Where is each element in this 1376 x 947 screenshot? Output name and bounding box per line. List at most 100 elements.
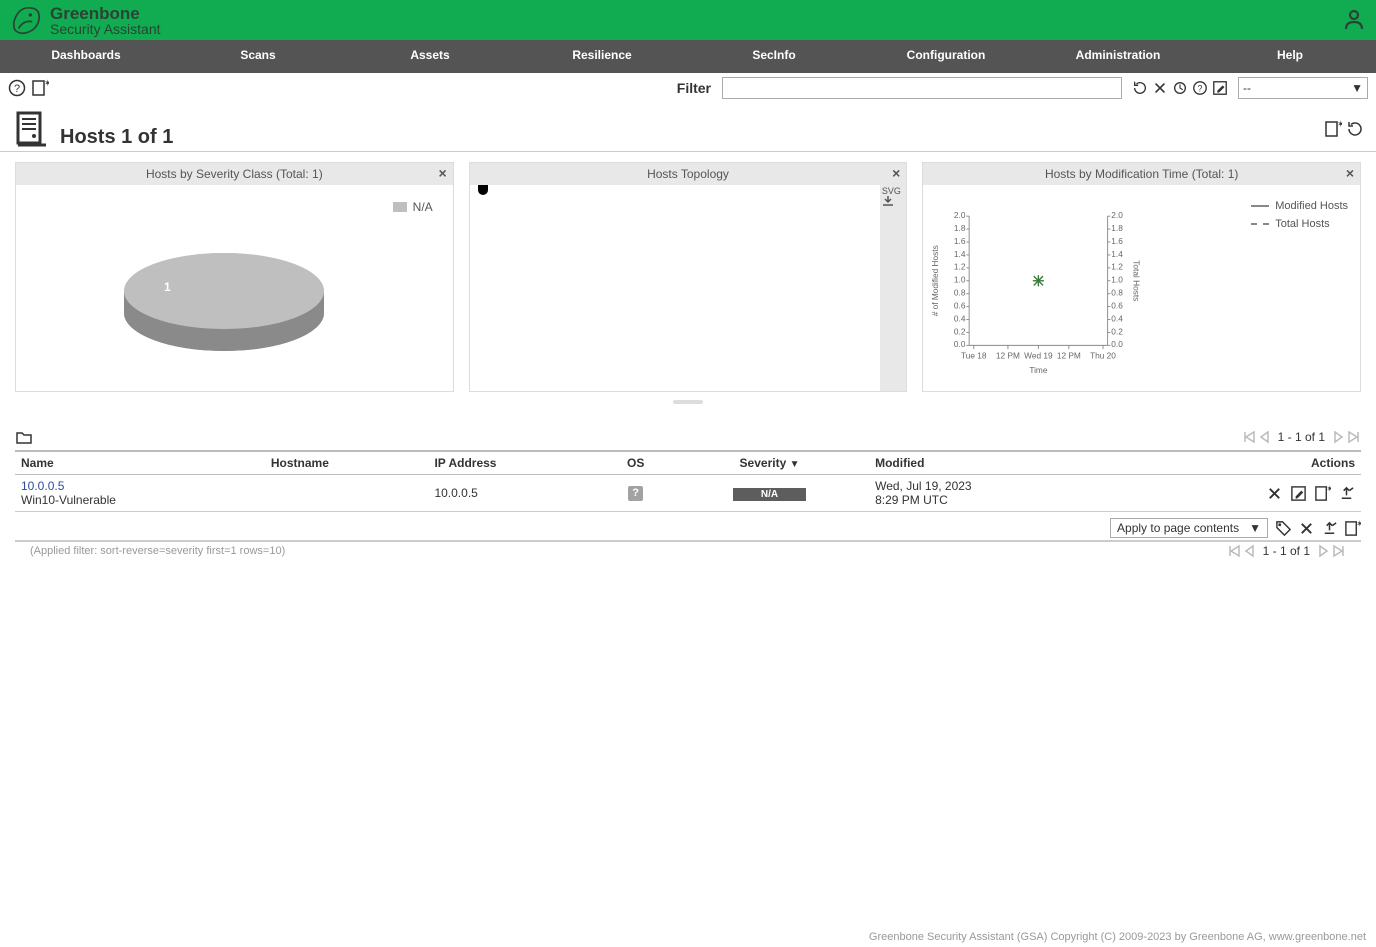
new-host-icon[interactable]: ✶ xyxy=(31,79,49,97)
svg-text:0.6: 0.6 xyxy=(1112,300,1124,310)
dashboard-resize-handle[interactable] xyxy=(673,400,703,404)
sort-desc-icon: ▼ xyxy=(790,459,800,470)
card-topology-title: Hosts Topology xyxy=(647,167,729,181)
chevron-down-icon: ▼ xyxy=(1249,521,1261,535)
svg-text:Thu 20: Thu 20 xyxy=(1090,350,1116,360)
svg-text:1.8: 1.8 xyxy=(1112,223,1124,233)
hosts-table: Name Hostname IP Address OS Severity ▼ M… xyxy=(15,450,1361,512)
svg-text:0.8: 0.8 xyxy=(1112,288,1124,298)
nav-secinfo[interactable]: SecInfo xyxy=(688,40,860,73)
brand: Greenbone Security Assistant xyxy=(10,3,161,37)
svg-text:1.6: 1.6 xyxy=(1112,236,1124,246)
cell-ip: 10.0.0.5 xyxy=(428,475,601,512)
table-header-row: Name Hostname IP Address OS Severity ▼ M… xyxy=(15,451,1361,475)
nav-dashboards[interactable]: Dashboards xyxy=(0,40,172,73)
svg-text:Tue 18: Tue 18 xyxy=(961,350,987,360)
card-severity-title: Hosts by Severity Class (Total: 1) xyxy=(146,167,323,181)
export-svg-button[interactable]: SVG xyxy=(880,185,902,207)
new-target-selected-icon[interactable]: ✶ xyxy=(1343,519,1361,537)
pager-top: 1 - 1 of 1 xyxy=(1242,430,1361,444)
delete-selected-icon[interactable] xyxy=(1297,519,1315,537)
filter-reset-icon[interactable] xyxy=(1171,79,1189,97)
filter-saved-select[interactable]: -- ▼ xyxy=(1238,77,1368,99)
filter-input[interactable] xyxy=(722,77,1122,99)
col-os[interactable]: OS xyxy=(601,451,670,475)
nav-administration[interactable]: Administration xyxy=(1032,40,1204,73)
help-icon[interactable]: ? xyxy=(8,79,26,97)
svg-text:1.4: 1.4 xyxy=(954,249,966,259)
col-severity[interactable]: Severity ▼ xyxy=(670,451,869,475)
svg-text:1.0: 1.0 xyxy=(1112,275,1124,285)
topology-node[interactable] xyxy=(478,185,488,195)
add-dashboard-icon[interactable]: ✶ xyxy=(1324,120,1342,138)
svg-text:12 PM: 12 PM xyxy=(996,350,1020,360)
prev-page-icon[interactable] xyxy=(1258,430,1272,444)
severity-badge: N/A xyxy=(733,488,806,501)
svg-text:# of Modified Hosts: # of Modified Hosts xyxy=(930,245,940,316)
nav-configuration[interactable]: Configuration xyxy=(860,40,1032,73)
close-icon[interactable]: × xyxy=(1346,165,1354,181)
filter-edit-icon[interactable] xyxy=(1211,79,1229,97)
next-page-icon[interactable] xyxy=(1316,544,1330,558)
close-icon[interactable]: × xyxy=(438,165,446,181)
pager-text: 1 - 1 of 1 xyxy=(1278,430,1325,444)
card-severity: Hosts by Severity Class (Total: 1) × N/A… xyxy=(15,162,454,392)
svg-text:✶: ✶ xyxy=(1337,120,1342,129)
cell-modified-date: Wed, Jul 19, 2023 xyxy=(875,479,1117,493)
close-icon[interactable]: × xyxy=(892,165,900,181)
prev-page-icon[interactable] xyxy=(1243,544,1257,558)
nav-help[interactable]: Help xyxy=(1204,40,1376,73)
tag-icon[interactable] xyxy=(1274,519,1292,537)
last-page-icon[interactable] xyxy=(1347,430,1361,444)
filter-help-icon[interactable]: ? xyxy=(1191,79,1209,97)
svg-text:0.2: 0.2 xyxy=(954,326,966,336)
svg-text:0.4: 0.4 xyxy=(1112,313,1124,323)
col-ip[interactable]: IP Address xyxy=(428,451,601,475)
filter-apply-icon[interactable] xyxy=(1131,79,1149,97)
os-unknown-icon: ? xyxy=(628,486,643,501)
last-page-icon[interactable] xyxy=(1332,544,1346,558)
nav-scans[interactable]: Scans xyxy=(172,40,344,73)
edit-icon[interactable] xyxy=(1289,484,1307,502)
legend-line-modified-icon xyxy=(1251,205,1269,207)
svg-text:12 PM: 12 PM xyxy=(1057,350,1081,360)
svg-text:?: ? xyxy=(14,83,20,95)
legend-modified: Modified Hosts xyxy=(1275,200,1348,212)
col-hostname[interactable]: Hostname xyxy=(265,451,429,475)
svg-text:?: ? xyxy=(1198,84,1203,94)
svg-text:Total Hosts: Total Hosts xyxy=(1132,260,1142,301)
folder-icon[interactable] xyxy=(15,428,33,446)
first-page-icon[interactable] xyxy=(1227,544,1241,558)
filter-label: Filter xyxy=(677,80,711,96)
export-selected-icon[interactable] xyxy=(1320,519,1338,537)
applied-filter-text: (Applied filter: sort-reverse=severity f… xyxy=(30,545,285,557)
pager-text: 1 - 1 of 1 xyxy=(1263,544,1310,558)
nav-assets[interactable]: Assets xyxy=(344,40,516,73)
svg-text:1.4: 1.4 xyxy=(1112,249,1124,259)
refresh-dashboard-icon[interactable] xyxy=(1346,120,1364,138)
col-name[interactable]: Name xyxy=(15,451,265,475)
svg-text:1.2: 1.2 xyxy=(1112,262,1124,272)
col-modified[interactable]: Modified xyxy=(869,451,1123,475)
svg-text:0.4: 0.4 xyxy=(954,313,966,323)
nav-resilience[interactable]: Resilience xyxy=(516,40,688,73)
delete-icon[interactable] xyxy=(1265,484,1283,502)
first-page-icon[interactable] xyxy=(1242,430,1256,444)
host-name-link[interactable]: 10.0.0.5 xyxy=(21,479,259,493)
chevron-down-icon: ▼ xyxy=(1351,81,1363,95)
dashboard-row: Hosts by Severity Class (Total: 1) × N/A… xyxy=(0,152,1376,392)
svg-text:2.0: 2.0 xyxy=(1112,210,1124,220)
svg-text:1.6: 1.6 xyxy=(954,236,966,246)
new-target-icon[interactable]: ✶ xyxy=(1313,484,1331,502)
cell-modified-time: 8:29 PM UTC xyxy=(875,493,1117,507)
col-actions: Actions xyxy=(1123,451,1361,475)
next-page-icon[interactable] xyxy=(1331,430,1345,444)
filter-clear-icon[interactable] xyxy=(1151,79,1169,97)
export-icon[interactable] xyxy=(1337,484,1355,502)
svg-text:✶: ✶ xyxy=(44,79,49,88)
user-icon[interactable] xyxy=(1342,8,1366,32)
apply-to-select[interactable]: Apply to page contents ▼ xyxy=(1110,518,1268,538)
svg-text:2.0: 2.0 xyxy=(954,210,966,220)
page-title: Hosts 1 of 1 xyxy=(60,126,173,149)
card-modification-time: Hosts by Modification Time (Total: 1) × … xyxy=(922,162,1361,392)
